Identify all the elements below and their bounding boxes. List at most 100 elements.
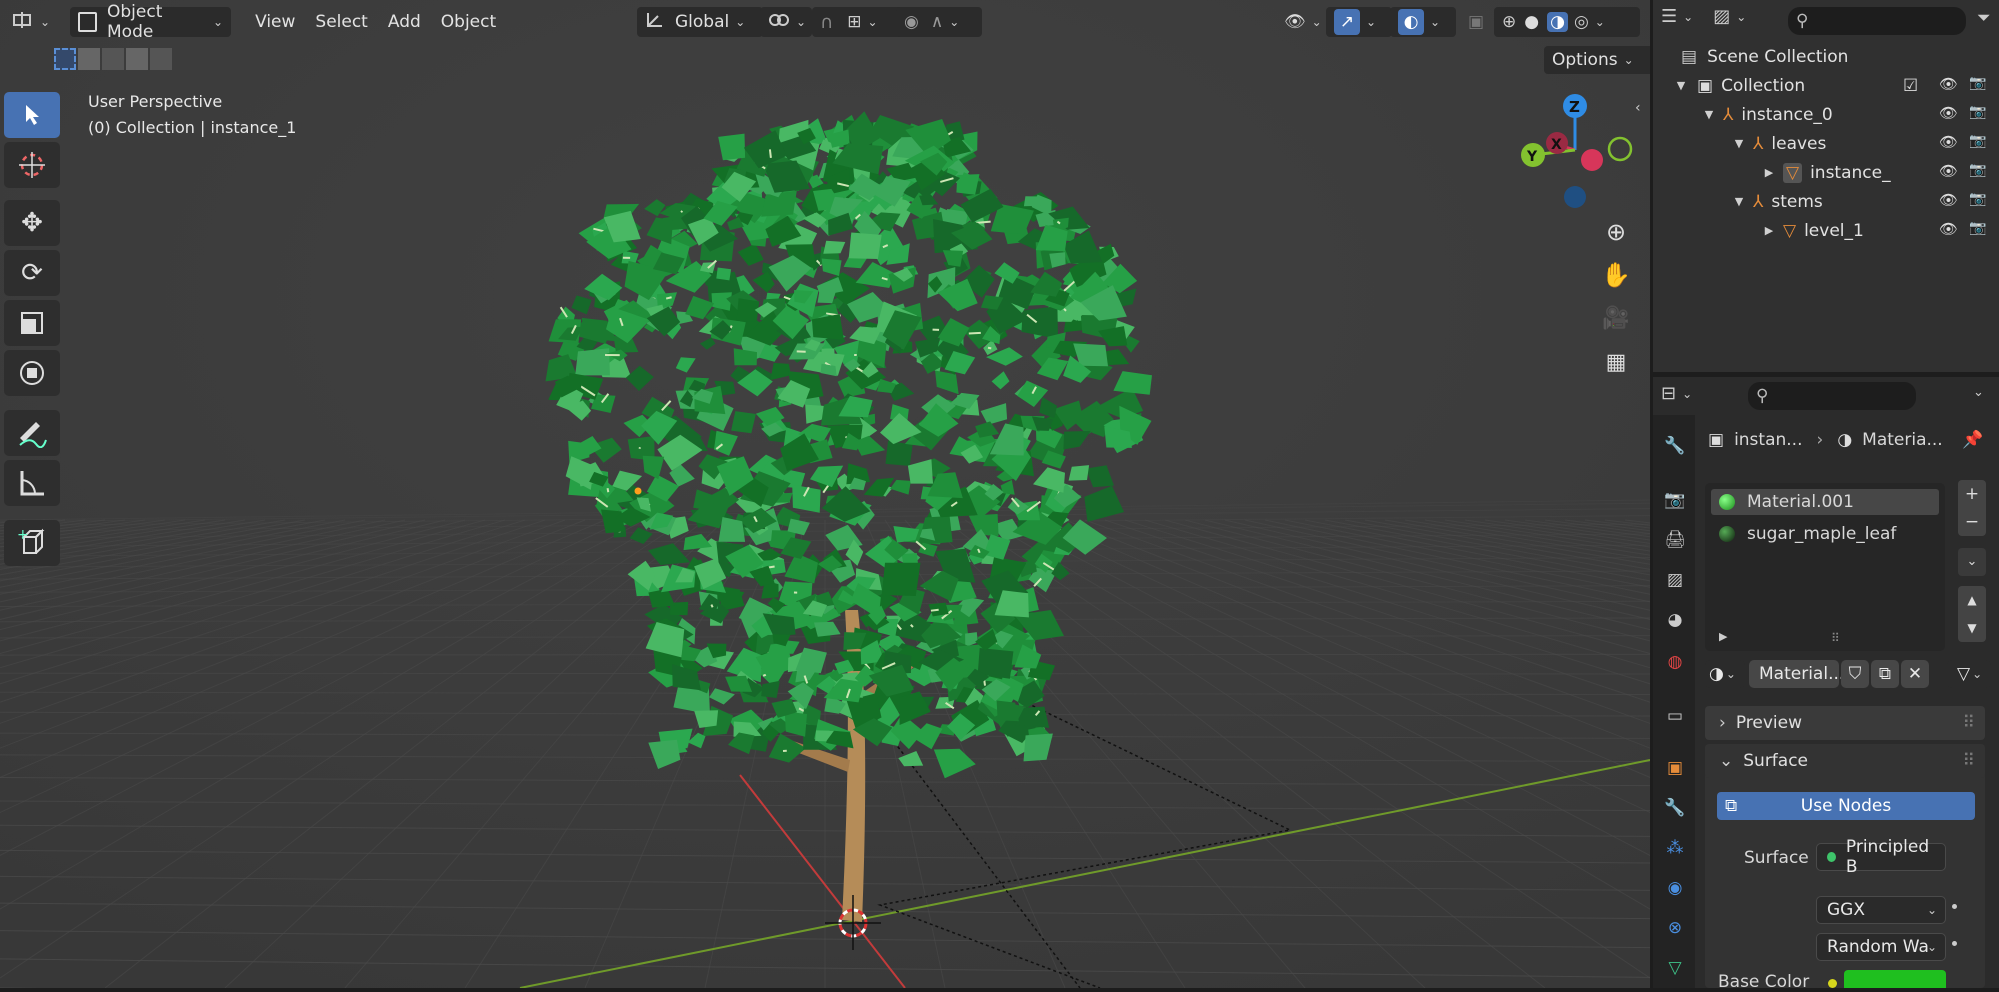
outliner-row-scene-collection[interactable]: ▤ Scene Collection bbox=[1653, 42, 1999, 71]
measure-tool[interactable] bbox=[4, 460, 60, 506]
move-down-icon[interactable]: ▼ bbox=[1958, 614, 1986, 642]
resize-handle-icon[interactable]: ⠿ bbox=[1831, 631, 1840, 645]
expand-triangle-icon[interactable]: ▶ bbox=[1719, 630, 1727, 643]
expand-triangle-icon[interactable]: ▼ bbox=[1731, 137, 1747, 150]
pan-button[interactable]: ✋ bbox=[1596, 255, 1636, 295]
transform-tool[interactable] bbox=[4, 350, 60, 396]
world-tab-icon[interactable]: ◍ bbox=[1655, 644, 1695, 680]
modifier-tab-icon[interactable]: 🔧 bbox=[1655, 790, 1695, 826]
object-tab-icon[interactable]: ▣ bbox=[1655, 750, 1695, 786]
browse-material-button[interactable]: ◑⌄ bbox=[1705, 660, 1745, 688]
output-tab-icon[interactable]: 🖨 bbox=[1655, 522, 1695, 558]
distribution-dropdown[interactable]: GGX ⌄ bbox=[1816, 896, 1946, 924]
gizmo-toggle[interactable]: ↗⌄ bbox=[1326, 7, 1392, 37]
checkbox-icon[interactable]: ☑ bbox=[1903, 76, 1918, 96]
select-new-icon[interactable] bbox=[54, 48, 76, 70]
expand-triangle-icon[interactable]: ▼ bbox=[1673, 79, 1689, 92]
add-slot-icon[interactable]: + bbox=[1958, 480, 1986, 508]
render-camera-icon[interactable]: 📷 bbox=[1969, 191, 1986, 207]
eye-icon[interactable]: 👁 bbox=[1939, 191, 1958, 209]
tool-tab-icon[interactable]: 🔧 bbox=[1655, 428, 1695, 464]
eye-icon[interactable]: 👁 bbox=[1939, 133, 1958, 151]
constraints-tab-icon[interactable]: ⊗ bbox=[1655, 910, 1695, 946]
material-name-field[interactable]: Material... bbox=[1749, 660, 1839, 688]
physics-tab-icon[interactable]: ◉ bbox=[1655, 870, 1695, 906]
pin-icon[interactable]: 📌 bbox=[1962, 430, 1983, 450]
zoom-button[interactable]: ⊕ bbox=[1596, 212, 1636, 252]
options-dropdown[interactable]: Options⌄ bbox=[1544, 46, 1650, 74]
transform-orientation-dropdown[interactable]: Global ⌄ bbox=[637, 7, 763, 37]
expand-triangle-icon[interactable]: ▼ bbox=[1731, 195, 1747, 208]
render-camera-icon[interactable]: 📷 bbox=[1969, 220, 1986, 236]
eye-icon[interactable]: 👁 bbox=[1939, 162, 1958, 180]
properties-options-icon[interactable]: ⌄ bbox=[1973, 385, 1984, 400]
scale-tool[interactable] bbox=[4, 300, 60, 346]
rotate-tool[interactable]: ⟳ bbox=[4, 250, 60, 296]
eye-icon[interactable]: 👁 bbox=[1939, 104, 1958, 122]
camera-view-button[interactable]: 🎥 bbox=[1596, 298, 1636, 338]
scene-tab-icon[interactable]: ◕ bbox=[1655, 602, 1695, 638]
view-layer-tab-icon[interactable]: ▨ bbox=[1655, 562, 1695, 598]
collapse-triangle-icon[interactable]: ▶ bbox=[1761, 166, 1777, 179]
collapse-triangle-icon[interactable]: ▶ bbox=[1761, 224, 1777, 237]
display-mode-icon[interactable]: ▨ bbox=[1713, 6, 1730, 27]
material-shading-icon[interactable]: ◑ bbox=[1547, 12, 1568, 32]
annotate-tool[interactable] bbox=[4, 410, 60, 456]
pivot-point-dropdown[interactable]: ⌄ bbox=[760, 7, 812, 37]
ortho-toggle-button[interactable]: ▦ bbox=[1596, 342, 1636, 382]
select-extend-icon[interactable] bbox=[78, 48, 100, 70]
slot-specials-icon[interactable]: ⌄ bbox=[1958, 548, 1986, 576]
fake-user-icon[interactable]: ⛉ bbox=[1841, 660, 1869, 688]
sidebar-toggle-icon[interactable]: ‹ bbox=[1635, 100, 1641, 116]
base-color-swatch[interactable] bbox=[1844, 970, 1946, 988]
add-cube-tool[interactable]: + bbox=[4, 520, 60, 566]
data-tab-icon[interactable]: ▽ bbox=[1655, 950, 1695, 986]
cursor-tool[interactable] bbox=[4, 142, 60, 188]
select-box-tool[interactable] bbox=[4, 92, 60, 138]
render-camera-icon[interactable]: 📷 bbox=[1969, 133, 1986, 149]
distribution-socket-icon[interactable] bbox=[1952, 904, 1957, 909]
use-nodes-button[interactable]: ⧉ Use Nodes bbox=[1717, 792, 1975, 820]
rendered-shading-icon[interactable]: ◎ bbox=[1574, 12, 1589, 32]
subsurface-method-dropdown[interactable]: Random Wa ⌄ bbox=[1816, 933, 1946, 961]
collection-tab-icon[interactable]: ▭ bbox=[1655, 698, 1695, 734]
unlink-icon[interactable]: ✕ bbox=[1901, 660, 1929, 688]
particles-tab-icon[interactable]: ⁂ bbox=[1655, 830, 1695, 866]
move-tool[interactable]: ✥ bbox=[4, 200, 60, 246]
expand-triangle-icon[interactable]: ▼ bbox=[1701, 108, 1717, 121]
menu-add[interactable]: Add bbox=[378, 12, 431, 32]
remove-slot-icon[interactable]: − bbox=[1958, 508, 1986, 536]
proportional-editing[interactable]: ◉ ∧ ⌄ bbox=[896, 7, 982, 37]
duplicate-icon[interactable]: ⧉ bbox=[1871, 660, 1899, 688]
overlays-toggle[interactable]: ◐⌄ bbox=[1390, 7, 1456, 37]
menu-select[interactable]: Select bbox=[305, 12, 377, 32]
select-invert-icon[interactable] bbox=[126, 48, 148, 70]
navigation-gizmo[interactable]: Z X Y bbox=[1505, 90, 1635, 220]
color-socket-icon[interactable] bbox=[1828, 979, 1837, 988]
visibility-dropdown[interactable]: 👁⌄ bbox=[1276, 7, 1332, 37]
surface-panel-header[interactable]: ⌄ Surface ⠿ bbox=[1705, 744, 1985, 778]
render-tab-icon[interactable]: 📷 bbox=[1655, 482, 1695, 518]
wireframe-shading-icon[interactable]: ⊕ bbox=[1502, 12, 1516, 32]
drag-handle-icon[interactable]: ⠿ bbox=[1963, 751, 1975, 771]
preview-panel-header[interactable]: › Preview ⠿ bbox=[1705, 706, 1985, 740]
mode-dropdown[interactable]: Object Mode ⌄ bbox=[70, 7, 231, 37]
surface-shader-field[interactable]: Principled B bbox=[1816, 843, 1946, 871]
filter-icon[interactable]: ⏷ bbox=[1977, 8, 1991, 28]
outliner-editor-icon[interactable]: ☰ bbox=[1661, 6, 1677, 27]
eye-icon[interactable]: 👁 bbox=[1939, 220, 1958, 238]
material-slot-item[interactable]: Material.001 bbox=[1711, 489, 1939, 515]
render-camera-icon[interactable]: 📷 bbox=[1969, 75, 1986, 91]
editor-type-button[interactable]: ⌄ bbox=[4, 7, 58, 37]
eye-icon[interactable]: 👁 bbox=[1939, 75, 1958, 93]
select-intersect-icon[interactable] bbox=[150, 48, 172, 70]
menu-object[interactable]: Object bbox=[431, 12, 506, 32]
subsurface-socket-icon[interactable] bbox=[1952, 941, 1957, 946]
solid-shading-icon[interactable]: ● bbox=[1524, 12, 1539, 32]
render-camera-icon[interactable]: 📷 bbox=[1969, 162, 1986, 178]
link-dropdown[interactable]: ▽⌄ bbox=[1947, 660, 1991, 688]
properties-editor-icon[interactable]: ⊟ bbox=[1661, 383, 1676, 404]
drag-handle-icon[interactable]: ⠿ bbox=[1963, 713, 1975, 733]
move-up-icon[interactable]: ▲ bbox=[1958, 586, 1986, 614]
menu-view[interactable]: View bbox=[245, 12, 305, 32]
